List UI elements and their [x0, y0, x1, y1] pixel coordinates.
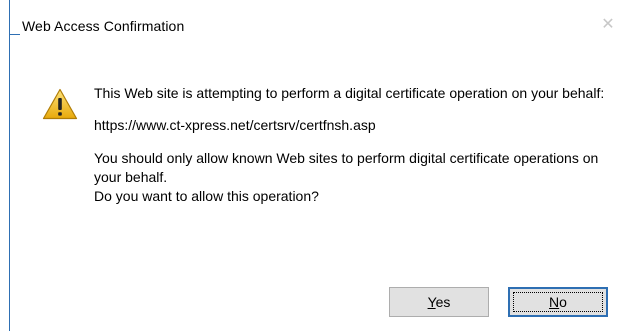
web-access-confirmation-dialog: Web Access Confirmation ✕ This Web site …: [9, 0, 627, 331]
message-warning: You should only allow known Web sites to…: [94, 150, 599, 185]
yes-button-accelerator: Y: [427, 294, 436, 310]
no-button-label: o: [559, 294, 567, 310]
no-button[interactable]: No: [508, 287, 608, 317]
no-button-accelerator: N: [549, 294, 560, 310]
warning-icon: [42, 88, 78, 120]
window-border-accent: [10, 34, 20, 35]
close-button[interactable]: ✕: [596, 13, 620, 37]
yes-button[interactable]: Yes: [389, 287, 489, 317]
message-intro: This Web site is attempting to perform a…: [94, 85, 605, 101]
yes-button-label: es: [435, 294, 451, 310]
message-question: Do you want to allow this operation?: [94, 188, 319, 204]
site-url: https://www.ct-xpress.net/certsrv/certfn…: [94, 117, 376, 133]
dialog-title: Web Access Confirmation: [22, 18, 185, 34]
close-icon: ✕: [601, 16, 615, 33]
message-body: This Web site is attempting to perform a…: [94, 84, 614, 219]
